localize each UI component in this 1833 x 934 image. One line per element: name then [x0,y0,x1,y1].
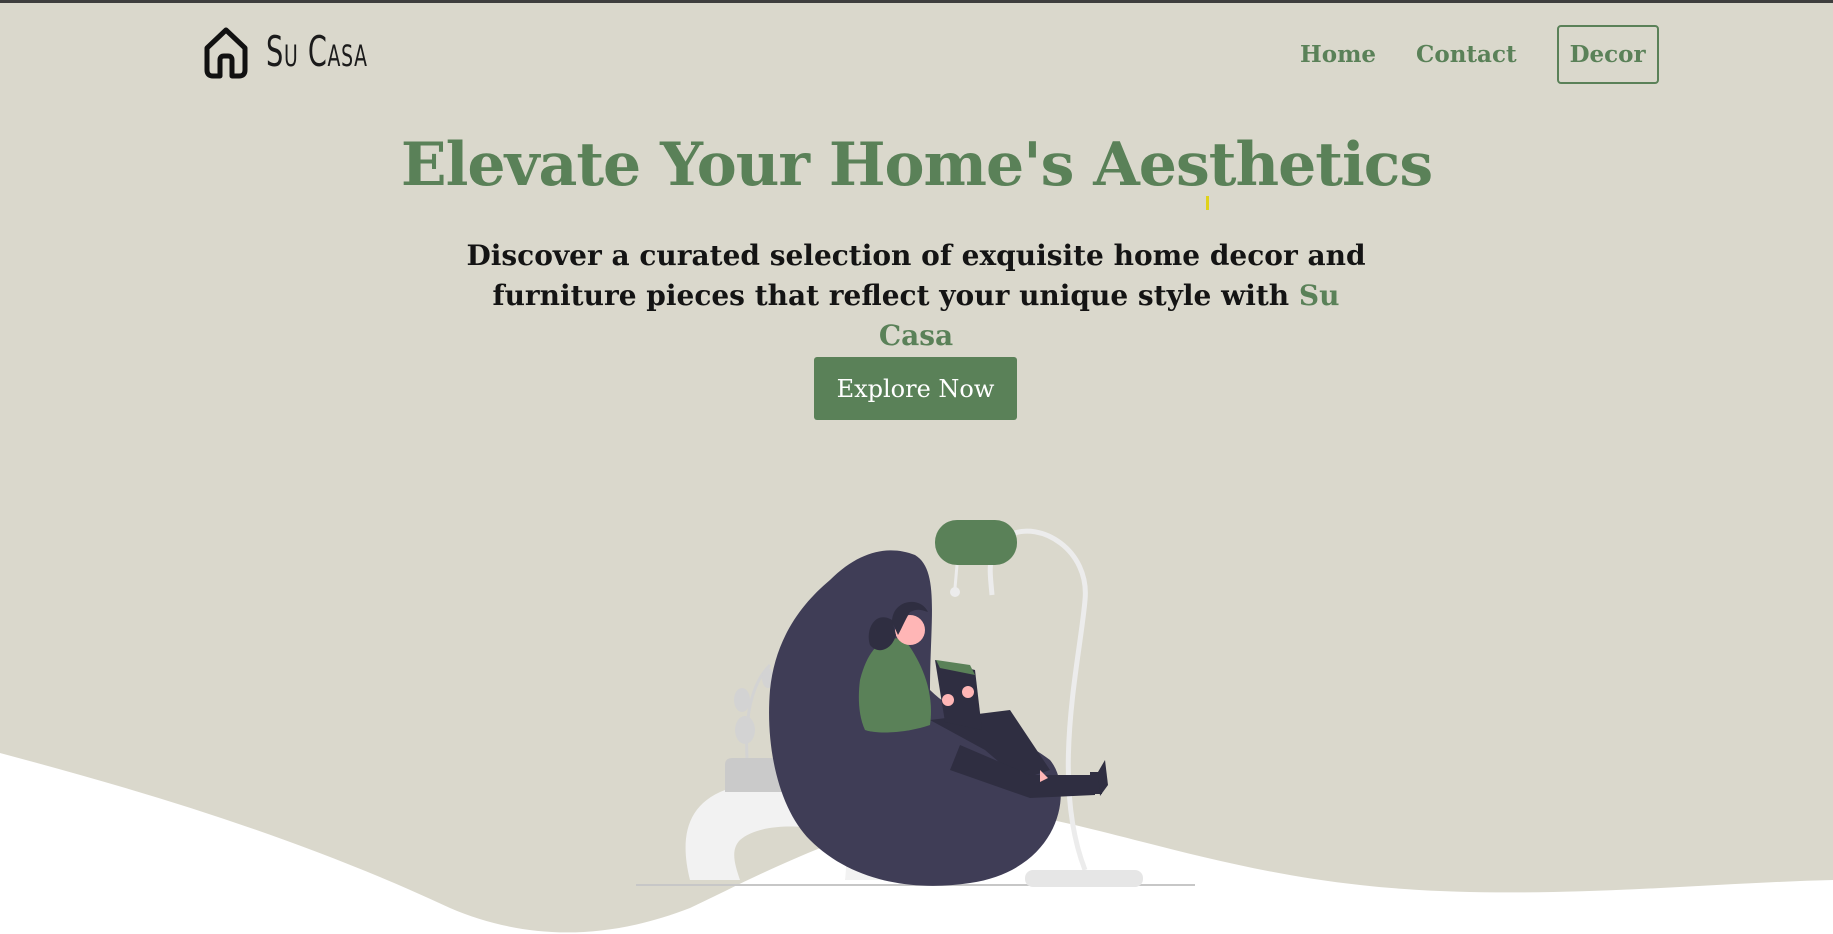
nav-link-contact[interactable]: Contact [1416,41,1517,68]
explore-now-button[interactable]: Explore Now [814,357,1017,420]
nav-link-decor[interactable]: Decor [1556,25,1659,84]
brand-logo[interactable]: Su Casa [202,24,407,79]
reading-woman-illustration [636,520,1195,887]
text-cursor [1206,196,1209,210]
house-icon [204,27,248,79]
brand-name: Su Casa [266,27,368,76]
top-navigation: Su Casa Home Contact Decor [0,0,1833,110]
hero-subtitle-line1: Discover a curated selection of exquisit… [466,239,1366,272]
hero-subtitle: Discover a curated selection of exquisit… [466,236,1366,356]
hero-subtitle-line2: furniture pieces that reflect your uniqu… [492,279,1290,312]
hero-title: Elevate Your Home's Aesthetics [400,130,1433,200]
nav-link-home[interactable]: Home [1300,41,1376,68]
nav-links: Home Contact Decor [1300,25,1659,84]
